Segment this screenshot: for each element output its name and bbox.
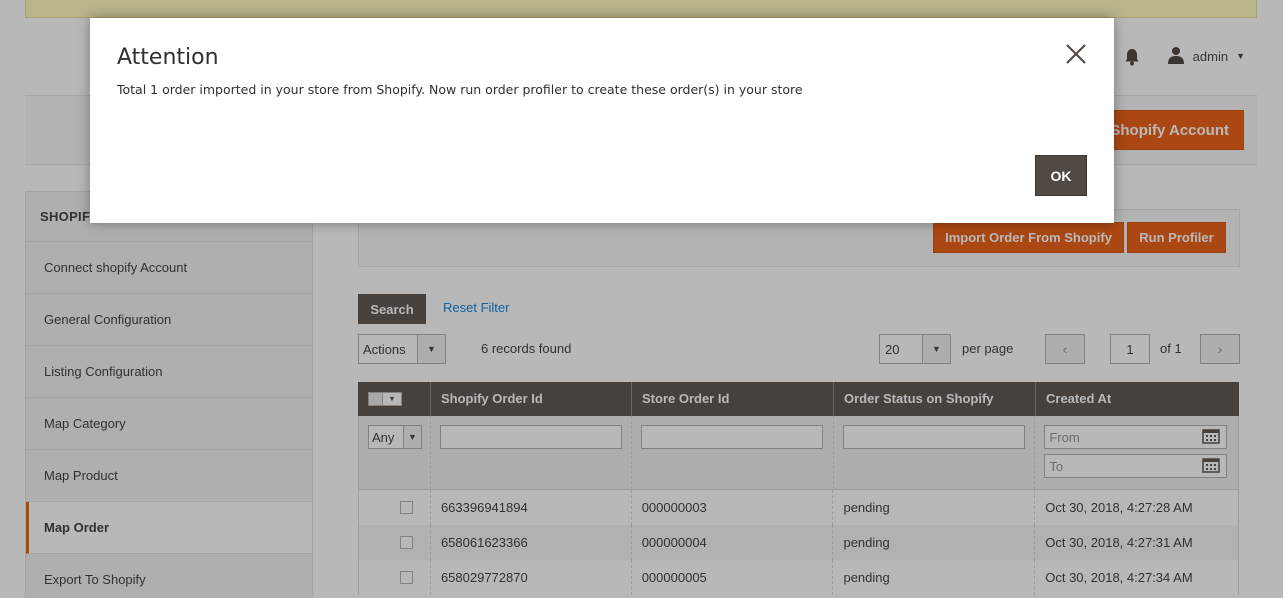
attention-modal: Attention Total 1 order imported in your… [90,18,1114,223]
ok-button[interactable]: OK [1035,155,1087,196]
close-icon[interactable] [1062,40,1090,68]
modal-message: Total 1 order imported in your store fro… [117,82,803,97]
modal-title: Attention [117,45,219,70]
